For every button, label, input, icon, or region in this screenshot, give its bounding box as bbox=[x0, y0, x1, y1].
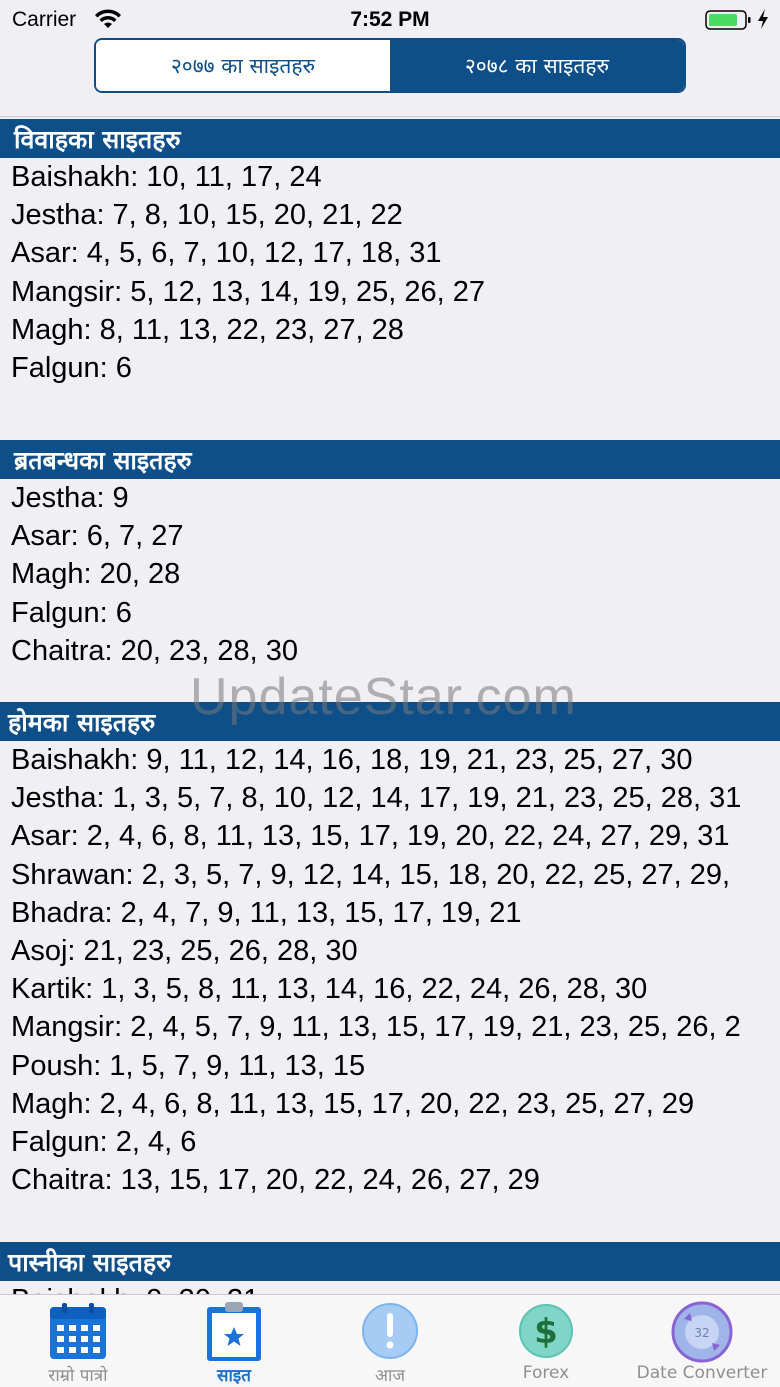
section-bratabandha: ब्रतबन्धका साइतहरु Jestha: 9 Asar: 6, 7,… bbox=[0, 440, 780, 670]
list-item: Falgun: 6 bbox=[11, 596, 132, 629]
list-item: Jestha: 9 bbox=[11, 482, 129, 514]
clipboard-star-icon bbox=[207, 1302, 261, 1361]
section-header-homa: होमका साइतहरु bbox=[0, 702, 780, 741]
list-item: Baishakh: 9, 11, 12, 14, 16, 18, 19, 21,… bbox=[11, 744, 693, 776]
list-item: Jestha: 7, 8, 10, 15, 20, 21, 22 bbox=[11, 199, 403, 232]
list-item: Mangsir: 2, 4, 5, 7, 9, 11, 13, 15, 17, … bbox=[11, 1011, 741, 1044]
tab-forex[interactable]: $ Forex bbox=[468, 1295, 624, 1387]
list-item: Magh: 2, 4, 6, 8, 11, 13, 15, 17, 20, 22… bbox=[11, 1087, 695, 1120]
list-item: Baishakh: 10, 11, 17, 24 bbox=[11, 161, 322, 193]
tab-bar: राम्रो पात्रो साइत आज $ Forex 32 Date Co… bbox=[0, 1294, 780, 1387]
section-pasni: पास्नीका साइतहरु Baishakh: 9, 20, 21 bbox=[0, 1242, 780, 1294]
section-header-bibaha: विवाहका साइतहरु bbox=[0, 119, 780, 158]
list-item: Bhadra: 2, 4, 7, 9, 11, 13, 15, 17, 19, … bbox=[11, 896, 522, 929]
list-item: Baishakh: 9, 20, 21 bbox=[11, 1281, 780, 1294]
section-homa: होमका साइतहरु Baishakh: 9, 11, 12, 14, 1… bbox=[0, 702, 780, 1199]
tab-aaja[interactable]: आज bbox=[312, 1295, 468, 1387]
list-item: Asar: 4, 5, 6, 7, 10, 12, 17, 18, 31 bbox=[11, 237, 442, 270]
list-item: Jestha: 1, 3, 5, 7, 8, 10, 12, 14, 17, 1… bbox=[11, 782, 742, 815]
tab-label: साइत bbox=[217, 1366, 251, 1386]
battery-icon bbox=[705, 10, 751, 30]
tab-label: राम्रो पात्रो bbox=[48, 1366, 108, 1386]
svg-text:$: $ bbox=[534, 1312, 558, 1352]
section-header-pasni: पास्नीका साइतहरु bbox=[0, 1242, 780, 1281]
list-item: Chaitra: 20, 23, 28, 30 bbox=[11, 634, 298, 667]
list-item: Mangsir: 5, 12, 13, 14, 19, 25, 26, 27 bbox=[11, 275, 485, 308]
tab-ramro-patro[interactable]: राम्रो पात्रो bbox=[0, 1295, 156, 1387]
list-item: Kartik: 1, 3, 5, 8, 11, 13, 14, 16, 22, … bbox=[11, 973, 648, 1006]
charging-bolt-icon bbox=[758, 9, 768, 29]
list-item: Falgun: 6 bbox=[11, 351, 132, 384]
calendar-icon bbox=[50, 1303, 106, 1359]
list-item: Falgun: 2, 4, 6 bbox=[11, 1125, 197, 1158]
saait-list[interactable]: विवाहका साइतहरु Baishakh: 10, 11, 17, 24… bbox=[0, 117, 780, 1294]
list-item: Magh: 20, 28 bbox=[11, 558, 181, 591]
list-item: Asar: 6, 7, 27 bbox=[11, 520, 184, 553]
year-segmented-control: २०७७ का साइतहरु २०७८ का साइतहरु bbox=[94, 38, 686, 93]
section-bibaha: विवाहका साइतहरु Baishakh: 10, 11, 17, 24… bbox=[0, 119, 780, 387]
converter-badge: 32 bbox=[694, 1326, 709, 1340]
dollar-icon: $ bbox=[519, 1304, 573, 1358]
date-converter-icon: 32 bbox=[671, 1301, 733, 1363]
list-item: Asoj: 21, 23, 25, 26, 28, 30 bbox=[11, 934, 358, 967]
list-item: Magh: 8, 11, 13, 22, 23, 27, 28 bbox=[11, 313, 404, 346]
list-item: Shrawan: 2, 3, 5, 7, 9, 12, 14, 15, 18, … bbox=[11, 858, 731, 891]
section-header-bratabandha: ब्रतबन्धका साइतहरु bbox=[0, 440, 780, 479]
segment-2078[interactable]: २०७८ का साइतहरु bbox=[390, 40, 684, 91]
status-time: 7:52 PM bbox=[350, 8, 430, 31]
tab-saait[interactable]: साइत bbox=[156, 1295, 312, 1387]
segment-2077[interactable]: २०७७ का साइतहरु bbox=[96, 40, 390, 91]
tab-label: Date Converter bbox=[636, 1363, 768, 1383]
list-item: Poush: 1, 5, 7, 9, 11, 13, 15 bbox=[11, 1049, 366, 1082]
tab-date-converter[interactable]: 32 Date Converter bbox=[624, 1295, 780, 1387]
tab-label: Forex bbox=[522, 1363, 570, 1383]
status-bar: Carrier 7:52 PM bbox=[0, 0, 780, 40]
tab-label: आज bbox=[375, 1366, 405, 1386]
list-item: Asar: 2, 4, 6, 8, 11, 13, 15, 17, 19, 20… bbox=[11, 820, 730, 853]
list-item: Chaitra: 13, 15, 17, 20, 22, 24, 26, 27,… bbox=[11, 1164, 540, 1197]
exclamation-icon bbox=[362, 1303, 418, 1359]
